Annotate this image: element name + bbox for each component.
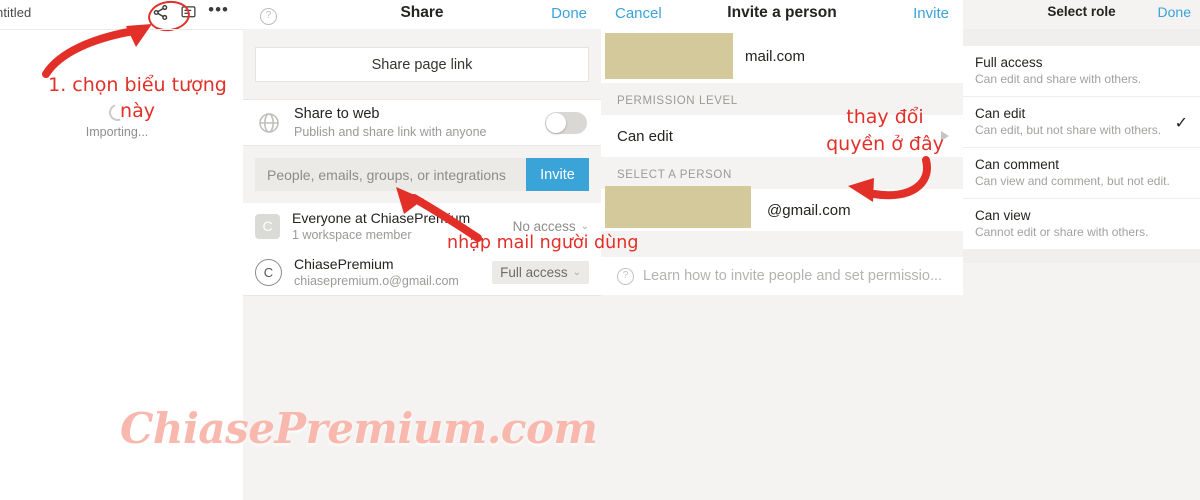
page-title: ntitled bbox=[0, 5, 32, 20]
share-to-web-toggle[interactable] bbox=[545, 111, 587, 134]
select-role-done-button[interactable]: Done bbox=[1158, 4, 1191, 20]
role-value: Full access bbox=[500, 264, 568, 280]
role-description: Can edit and share with others. bbox=[975, 72, 1142, 86]
role-option-can-view[interactable]: Can view Cannot edit or share with other… bbox=[963, 199, 1200, 249]
role-dropdown[interactable]: Full access ⌄ bbox=[492, 260, 589, 284]
select-role-panel: Select role Done Full access Can edit an… bbox=[963, 0, 1200, 500]
spacer bbox=[963, 249, 1200, 263]
share-to-web-title: Share to web bbox=[294, 105, 380, 122]
share-panel-title: Share bbox=[400, 4, 444, 21]
divider bbox=[243, 295, 601, 296]
person-email: @gmail.com bbox=[767, 201, 851, 219]
person-subtitle: chiasepremium.o@gmail.com bbox=[294, 273, 459, 288]
person-texts: ChiasePremium chiasepremium.o@gmail.com bbox=[294, 256, 492, 289]
divider bbox=[243, 145, 601, 146]
spacer bbox=[963, 29, 1200, 46]
redaction-block bbox=[605, 33, 733, 79]
share-to-web-row[interactable]: Share to web Publish and share link with… bbox=[243, 100, 601, 145]
email-field[interactable]: mail.com bbox=[601, 29, 963, 83]
role-description: Can edit, but not share with others. bbox=[975, 123, 1162, 137]
share-to-web-subtitle: Publish and share link with anyone bbox=[294, 124, 487, 139]
share-panel-body: Share page link Share to web Publish and… bbox=[243, 47, 601, 296]
share-to-web-texts: Share to web Publish and share link with… bbox=[294, 106, 545, 140]
app-topbar: ntitled ••• bbox=[0, 0, 243, 34]
role-name: Can comment bbox=[975, 157, 1060, 172]
check-icon: ✓ bbox=[1174, 115, 1188, 132]
person-name: Everyone at ChiasePremium bbox=[292, 209, 471, 226]
role-name: Can view bbox=[975, 208, 1031, 223]
avatar: C bbox=[255, 213, 280, 239]
toggle-knob bbox=[546, 112, 566, 133]
role-dropdown[interactable]: No access ⌄ bbox=[513, 219, 589, 234]
invite-input[interactable]: People, emails, groups, or integrations bbox=[255, 158, 526, 191]
invite-button[interactable]: Invite bbox=[526, 158, 589, 191]
globe-icon bbox=[257, 111, 281, 135]
invite-panel-title: Invite a person bbox=[727, 4, 837, 21]
role-option-can-comment[interactable]: Can comment Can view and comment, but no… bbox=[963, 148, 1200, 199]
learn-more-label: Learn how to invite people and set permi… bbox=[643, 268, 943, 284]
avatar: C bbox=[255, 258, 282, 286]
watermark: ChiasePremium.com bbox=[120, 404, 598, 453]
more-options-icon[interactable]: ••• bbox=[208, 1, 229, 21]
annotation-step-2: nhập mail người dùng bbox=[447, 233, 639, 253]
permission-value: Can edit bbox=[617, 127, 673, 145]
importing-label: Importing... bbox=[85, 125, 149, 139]
person-name: ChiasePremium bbox=[294, 255, 394, 272]
learn-more-row[interactable]: ? Learn how to invite people and set per… bbox=[601, 257, 963, 295]
role-option-can-edit[interactable]: Can edit Can edit, but not share with ot… bbox=[963, 97, 1200, 148]
invite-panel-header: Cancel Invite a person Invite bbox=[601, 0, 963, 29]
invite-person-panel: Cancel Invite a person Invite mail.com P… bbox=[601, 0, 963, 500]
annotation-step-3: thay đổi quyền ở đây bbox=[826, 106, 944, 155]
share-done-button[interactable]: Done bbox=[551, 5, 587, 22]
spacer bbox=[601, 231, 963, 257]
role-description: Can view and comment, but not edit. bbox=[975, 174, 1170, 188]
invite-confirm-button[interactable]: Invite bbox=[913, 5, 949, 22]
person-suggestion-row[interactable]: @gmail.com bbox=[601, 186, 963, 231]
role-list: Full access Can edit and share with othe… bbox=[963, 46, 1200, 249]
help-icon: ? bbox=[617, 267, 634, 285]
chevron-down-icon: ⌄ bbox=[580, 220, 589, 232]
select-person-label: SELECT A PERSON bbox=[601, 157, 963, 189]
annotation-step-1: 1. chọn biểu tượng này bbox=[48, 74, 227, 122]
role-description: Cannot edit or share with others. bbox=[975, 225, 1149, 239]
topbar-divider bbox=[0, 29, 243, 30]
redaction-block bbox=[605, 186, 751, 228]
role-name: Can edit bbox=[975, 106, 1026, 121]
role-option-full-access[interactable]: Full access Can edit and share with othe… bbox=[963, 46, 1200, 97]
chevron-down-icon: ⌄ bbox=[572, 266, 581, 278]
role-value: No access bbox=[512, 218, 576, 234]
share-panel-header: ? Share Done bbox=[243, 0, 601, 29]
list-item[interactable]: C ChiasePremium chiasepremium.o@gmail.co… bbox=[243, 249, 601, 295]
share-page-link-button[interactable]: Share page link bbox=[255, 47, 589, 82]
select-role-header: Select role Done bbox=[963, 0, 1200, 29]
screenshot-stage: ntitled ••• bbox=[0, 0, 1200, 500]
role-name: Full access bbox=[975, 55, 1043, 70]
invite-row: People, emails, groups, or integrations … bbox=[255, 158, 589, 191]
email-value: mail.com bbox=[745, 47, 806, 65]
